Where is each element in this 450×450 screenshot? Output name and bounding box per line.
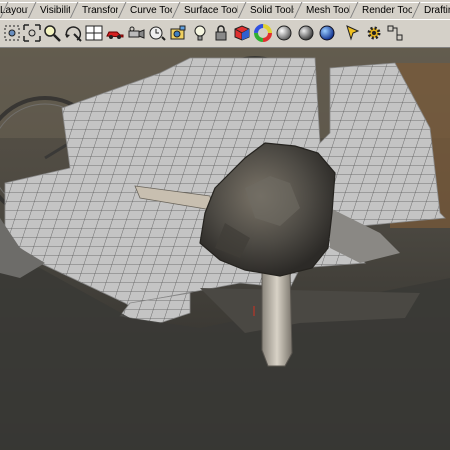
point-select-icon[interactable]	[384, 22, 405, 44]
tab-visibility[interactable]: Visibility	[28, 2, 76, 17]
render-material-icon[interactable]	[231, 22, 252, 44]
tab-surface-tools[interactable]: Surface Tools	[172, 2, 244, 17]
pointer-icon[interactable]	[342, 22, 363, 44]
settings-gear-icon[interactable]	[363, 22, 384, 44]
shaded-sphere-icon[interactable]	[273, 22, 294, 44]
zoom-selected-icon[interactable]	[41, 22, 62, 44]
lock-icon[interactable]	[210, 22, 231, 44]
tab-layout[interactable]: Layout	[0, 2, 31, 17]
hammer-handle-vertical	[261, 265, 293, 367]
blue-sphere-icon[interactable]	[316, 22, 337, 44]
tab-curve-tools[interactable]: Curve Tools	[118, 2, 183, 17]
tab-transform[interactable]: Transform	[70, 2, 127, 17]
tab-render-tools[interactable]: Render Tools	[350, 2, 421, 17]
zoom-window-icon[interactable]	[21, 22, 42, 44]
camera-icon[interactable]	[125, 22, 146, 44]
rotate-view-icon[interactable]	[62, 22, 83, 44]
tab-solid-tools[interactable]: Solid Tools	[238, 2, 299, 17]
snapshot-icon[interactable]	[167, 22, 188, 44]
four-viewports-icon[interactable]	[83, 22, 104, 44]
zoom-extents-icon[interactable]	[1, 22, 22, 44]
tab-mesh-tools[interactable]: Mesh Tools	[294, 2, 356, 17]
render-sphere-icon[interactable]	[295, 22, 316, 44]
toolbar-tab-strip: Layout Visibility Transform Curve Tools …	[0, 0, 450, 20]
color-wheel-icon[interactable]	[252, 22, 273, 44]
perspective-viewport[interactable]	[0, 48, 450, 450]
car-icon[interactable]	[104, 22, 125, 44]
main-toolbar	[0, 19, 450, 48]
light-bulb-icon[interactable]	[189, 22, 210, 44]
tab-drafting[interactable]: Drafting	[412, 2, 450, 17]
viewport-scene	[0, 48, 450, 450]
named-view-icon[interactable]	[146, 22, 167, 44]
